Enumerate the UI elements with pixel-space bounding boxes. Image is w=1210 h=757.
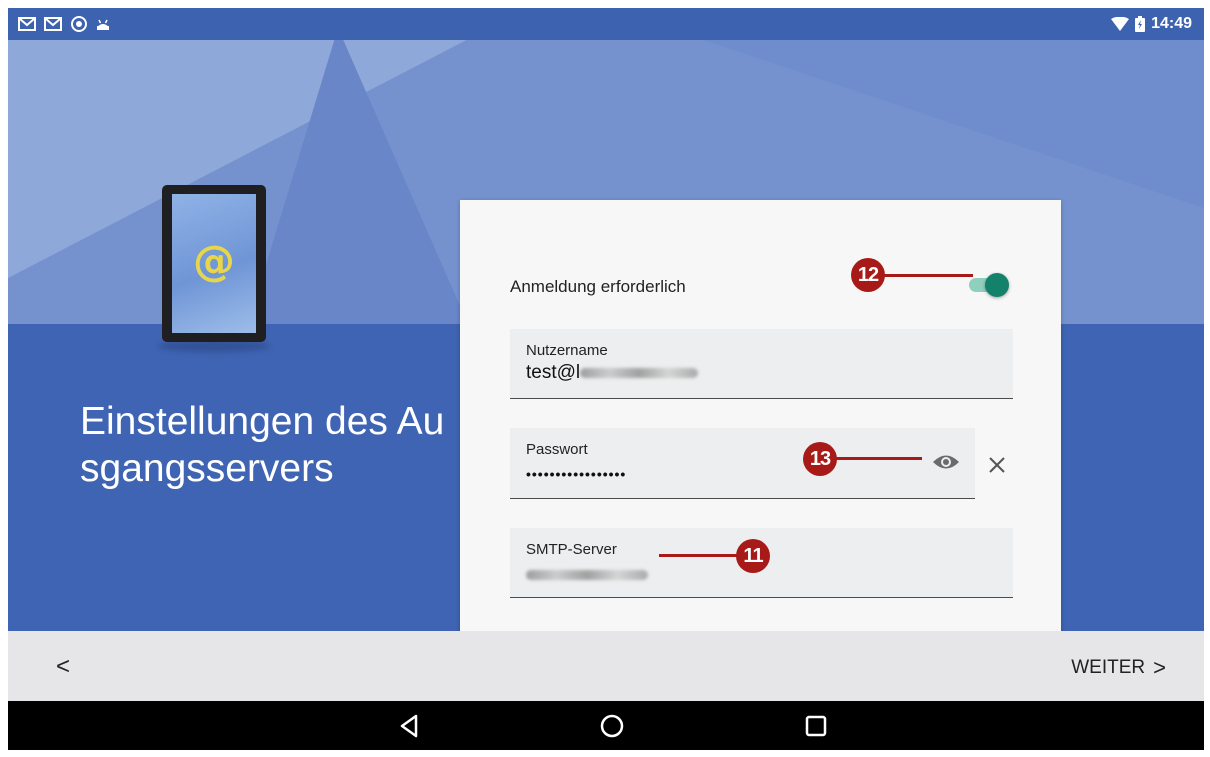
system-navigation-bar: [8, 701, 1204, 750]
auth-required-label: Anmeldung erforderlich: [510, 277, 686, 296]
battery-icon: [1135, 16, 1146, 32]
page-title: Einstellungen des Ausgangsservers: [80, 400, 445, 490]
smtp-server-value[interactable]: [526, 564, 648, 586]
android-icon: [97, 19, 109, 30]
username-visible-text: test@l: [526, 362, 581, 383]
home-circle-icon[interactable]: [599, 713, 625, 739]
back-triangle-icon[interactable]: [396, 713, 422, 739]
callout-12: 12: [851, 258, 885, 292]
eye-icon[interactable]: [932, 453, 960, 471]
toggle-thumb: [985, 273, 1009, 297]
password-field[interactable]: Passwort •••••••••••••••••: [510, 428, 975, 499]
username-field[interactable]: Nutzername test@l: [510, 329, 1013, 399]
callout-line-13: [835, 457, 922, 460]
next-button-label: WEITER: [1071, 657, 1146, 678]
chevron-right-icon: >: [1153, 655, 1166, 680]
at-icon: @: [193, 236, 235, 285]
callout-11: 11: [736, 539, 770, 573]
clock: 14:49: [1151, 15, 1192, 32]
next-button[interactable]: WEITER >: [1071, 655, 1166, 681]
redacted-text: [580, 367, 699, 378]
back-button[interactable]: <: [56, 653, 70, 681]
password-label: Passwort: [526, 441, 588, 458]
wifi-icon: [1111, 17, 1130, 31]
tablet-illustration: @: [162, 185, 266, 342]
device-screen: 14:49 @ Einstellungen des Ausgangsserver…: [8, 8, 1204, 750]
redacted-text: [526, 569, 648, 580]
callout-line-11: [659, 554, 739, 557]
gmail-icon: [18, 17, 36, 31]
username-label: Nutzername: [526, 342, 608, 359]
settings-card: Anmeldung erforderlich Nutzername test@l…: [460, 200, 1061, 640]
smtp-server-label: SMTP-Server: [526, 541, 617, 558]
callout-13: 13: [803, 442, 837, 476]
system-status: 14:49: [1111, 15, 1192, 33]
tablet-screen: @: [172, 194, 256, 333]
username-value[interactable]: test@l: [526, 362, 699, 384]
gmail-icon: [44, 17, 62, 31]
sync-icon: [71, 16, 87, 32]
password-value[interactable]: •••••••••••••••••: [526, 466, 626, 482]
recents-square-icon[interactable]: [803, 713, 829, 739]
wizard-nav-bar: < WEITER >: [8, 631, 1204, 701]
callout-line-12: [883, 274, 973, 277]
status-bar: 14:49: [8, 8, 1204, 40]
notification-icons: [18, 15, 110, 33]
close-icon[interactable]: [987, 455, 1007, 475]
